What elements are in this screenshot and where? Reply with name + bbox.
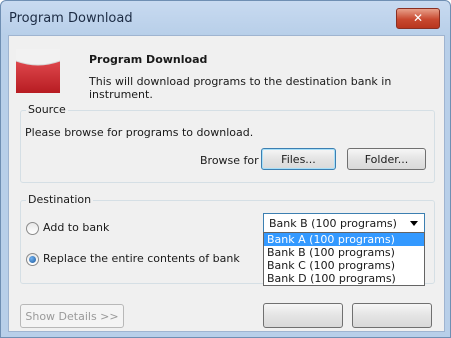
cancel-button[interactable]: [352, 303, 432, 328]
bank-option-d[interactable]: Bank D (100 programs): [264, 272, 424, 285]
add-to-bank-label[interactable]: Add to bank: [43, 221, 109, 234]
replace-bank-radio[interactable]: [26, 253, 39, 266]
header-description: This will download programs to the desti…: [89, 75, 392, 101]
bank-option-c[interactable]: Bank C (100 programs): [264, 259, 424, 272]
bank-option-b[interactable]: Bank B (100 programs): [264, 246, 424, 259]
header-title: Program Download: [89, 53, 208, 66]
show-details-button[interactable]: Show Details >>: [20, 304, 124, 328]
dialog-client: Program Download This will download prog…: [8, 35, 445, 332]
replace-bank-label[interactable]: Replace the entire contents of bank: [43, 252, 240, 265]
bank-select-value: Bank B (100 programs): [269, 217, 397, 230]
title-bar[interactable]: Program Download ✕: [1, 1, 450, 35]
folder-button[interactable]: Folder...: [347, 148, 426, 170]
bank-dropdown-list: Bank A (100 programs) Bank B (100 progra…: [263, 232, 425, 286]
radio-selected-dot: [29, 256, 36, 263]
destination-group-label: Destination: [26, 193, 94, 206]
source-group: Source Please browse for programs to dow…: [20, 103, 435, 183]
ok-button[interactable]: [263, 303, 343, 328]
chevron-down-icon[interactable]: [410, 221, 418, 226]
source-group-label: Source: [26, 103, 68, 116]
close-button[interactable]: ✕: [396, 8, 440, 29]
bank-option-a[interactable]: Bank A (100 programs): [264, 233, 424, 246]
add-to-bank-radio[interactable]: [26, 222, 39, 235]
window-title: Program Download: [9, 11, 133, 26]
browse-for-label: Browse for: [200, 154, 259, 167]
program-download-window: Program Download ✕ Program Download This…: [0, 0, 451, 338]
program-logo-icon: [16, 49, 60, 93]
files-button[interactable]: Files...: [261, 148, 336, 170]
source-prompt: Please browse for programs to download.: [25, 126, 254, 139]
bank-select[interactable]: Bank B (100 programs): [263, 213, 425, 233]
